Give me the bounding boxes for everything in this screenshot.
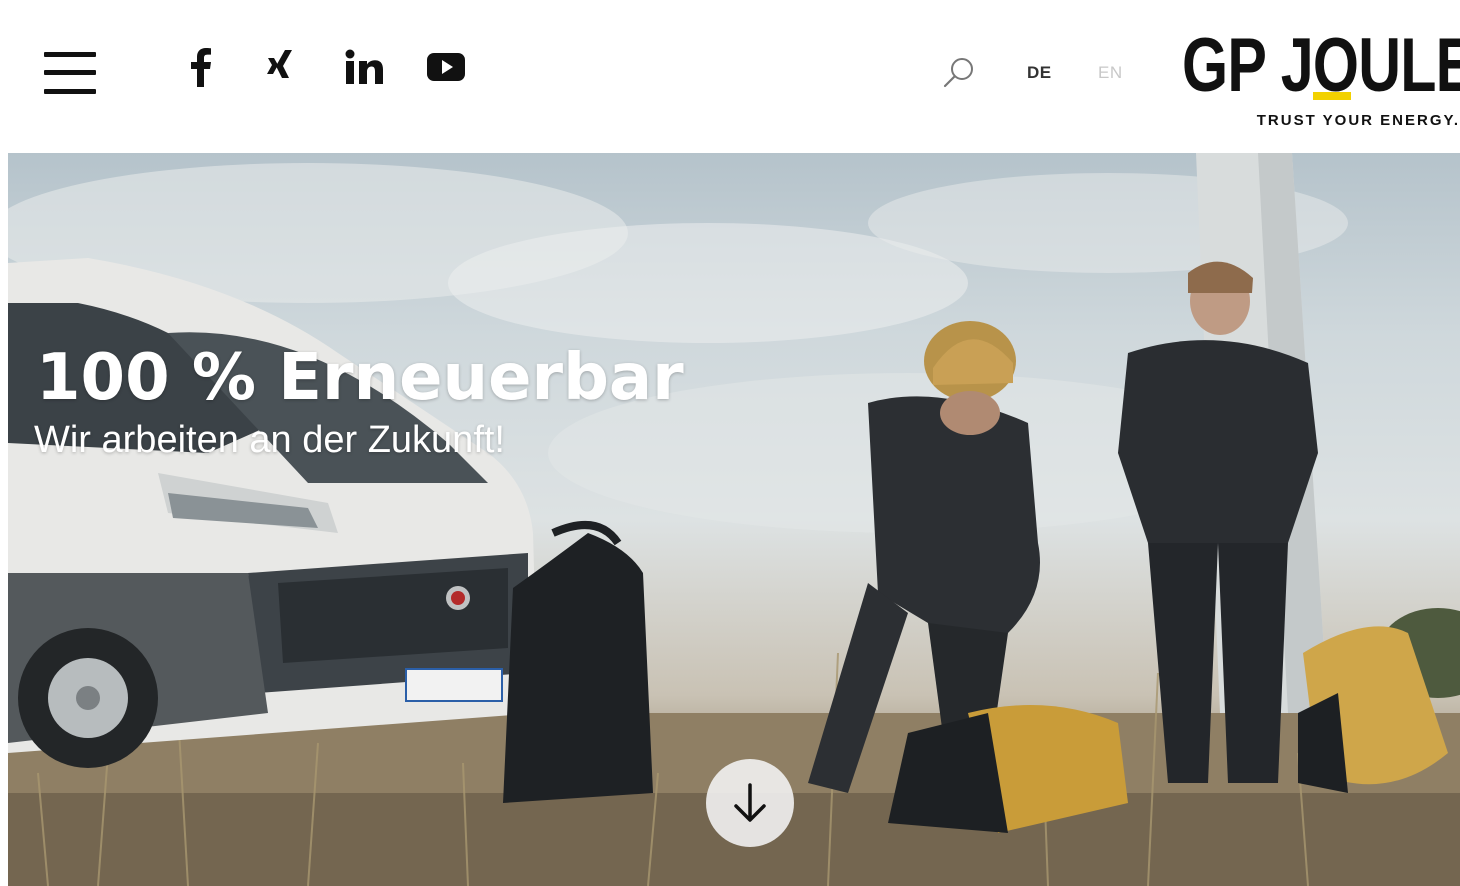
- hero-banner: 100 % Erneuerbar Wir arbeiten an der Zuk…: [8, 153, 1460, 886]
- linkedin-icon[interactable]: [342, 44, 386, 90]
- logo-accent-bar: [1313, 92, 1351, 100]
- search-icon[interactable]: [942, 56, 976, 90]
- youtube-icon[interactable]: [424, 44, 468, 90]
- scroll-down-button[interactable]: [706, 759, 794, 847]
- arrow-down-icon: [734, 783, 766, 822]
- hamburger-menu-icon[interactable]: [44, 52, 98, 96]
- language-en-link[interactable]: EN: [1098, 63, 1123, 83]
- gp-joule-logo[interactable]: GP JOULE TRUST YOUR ENERGY.: [1182, 28, 1460, 134]
- logo-tagline: TRUST YOUR ENERGY.: [1256, 112, 1460, 129]
- hero-title: 100 % Erneuerbar: [36, 341, 684, 415]
- xing-icon[interactable]: [262, 44, 298, 90]
- site-header: DE EN GP JOULE TRUST YOUR ENERGY.: [0, 0, 1460, 152]
- facebook-icon[interactable]: [182, 44, 218, 90]
- language-de-link[interactable]: DE: [1027, 63, 1052, 83]
- hero-subtitle: Wir arbeiten an der Zukunft!: [34, 419, 505, 461]
